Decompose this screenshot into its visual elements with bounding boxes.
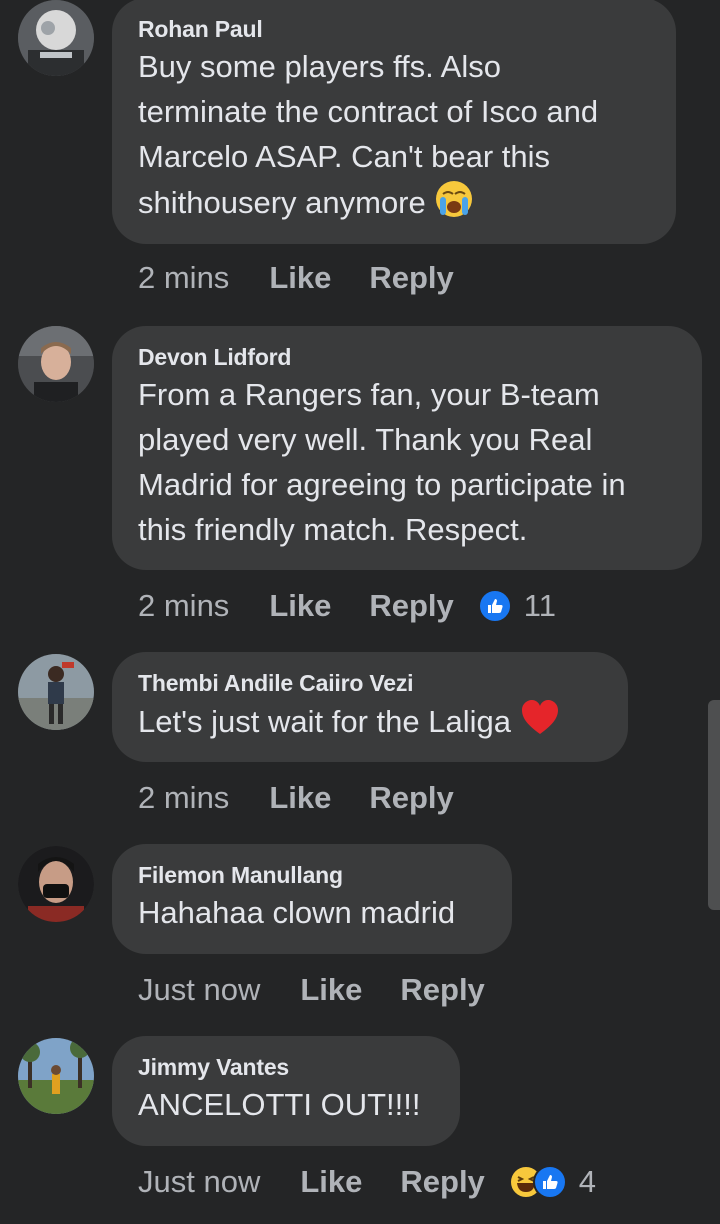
- comment-text: ANCELOTTI OUT!!!!: [138, 1087, 421, 1122]
- comment-actions: Just now Like Reply: [138, 968, 523, 1012]
- avatar[interactable]: [18, 326, 94, 402]
- like-button[interactable]: Like: [269, 260, 331, 296]
- like-button[interactable]: Like: [300, 972, 362, 1008]
- comment-text: Hahahaa clown madrid: [138, 895, 456, 930]
- comment-bubble: Thembi Andile Caiiro Vezi Let's just wai…: [112, 652, 628, 762]
- comment-timestamp[interactable]: 2 mins: [138, 588, 229, 624]
- comment-actions: 2 mins Like Reply 11: [138, 584, 556, 628]
- reply-button[interactable]: Reply: [400, 1164, 484, 1200]
- comment-author[interactable]: Devon Lidford: [138, 342, 676, 372]
- avatar[interactable]: [18, 846, 94, 922]
- reaction-summary[interactable]: 11: [477, 588, 556, 624]
- comment-bubble: Rohan Paul Buy some players ffs. Also te…: [112, 0, 676, 244]
- like-button[interactable]: Like: [269, 780, 331, 816]
- avatar[interactable]: [18, 654, 94, 730]
- comment-timestamp[interactable]: 2 mins: [138, 260, 229, 296]
- red-heart-icon: [521, 700, 558, 734]
- avatar[interactable]: [18, 1038, 94, 1114]
- comment-bubble: Jimmy Vantes ANCELOTTI OUT!!!!: [112, 1036, 460, 1146]
- crying-face-icon: [436, 181, 473, 217]
- comment-timestamp[interactable]: 2 mins: [138, 780, 229, 816]
- comment-actions: 2 mins Like Reply: [138, 776, 492, 820]
- comment-bubble: Devon Lidford From a Rangers fan, your B…: [112, 326, 702, 570]
- reaction-count: 11: [523, 588, 556, 623]
- comment-actions: Just now Like Reply 4: [138, 1160, 596, 1204]
- comment-text: From a Rangers fan, your B-team played v…: [138, 377, 626, 547]
- reply-button[interactable]: Reply: [369, 588, 453, 624]
- thumbs-up-icon: [477, 589, 512, 623]
- comment-author[interactable]: Jimmy Vantes: [138, 1052, 434, 1082]
- reply-button[interactable]: Reply: [369, 780, 453, 816]
- like-button[interactable]: Like: [300, 1164, 362, 1200]
- comment-author[interactable]: Thembi Andile Caiiro Vezi: [138, 668, 602, 698]
- reaction-summary[interactable]: 4: [508, 1164, 597, 1200]
- reaction-count: 4: [578, 1164, 597, 1199]
- comment-text: Let's just wait for the Laliga: [138, 698, 602, 744]
- reply-button[interactable]: Reply: [400, 972, 484, 1008]
- avatar[interactable]: [18, 0, 94, 76]
- comment-timestamp[interactable]: Just now: [138, 1164, 260, 1200]
- comment-actions: 2 mins Like Reply: [138, 256, 492, 300]
- comment-timestamp[interactable]: Just now: [138, 972, 260, 1008]
- comment-bubble: Filemon Manullang Hahahaa clown madrid: [112, 844, 512, 954]
- comment-author[interactable]: Filemon Manullang: [138, 860, 486, 890]
- comment-author[interactable]: Rohan Paul: [138, 14, 650, 44]
- thumbs-up-icon: [532, 1165, 567, 1199]
- reply-button[interactable]: Reply: [369, 260, 453, 296]
- scrollbar-thumb[interactable]: [708, 700, 720, 910]
- comment-text: Buy some players ffs. Also terminate the…: [138, 49, 599, 220]
- like-button[interactable]: Like: [269, 588, 331, 624]
